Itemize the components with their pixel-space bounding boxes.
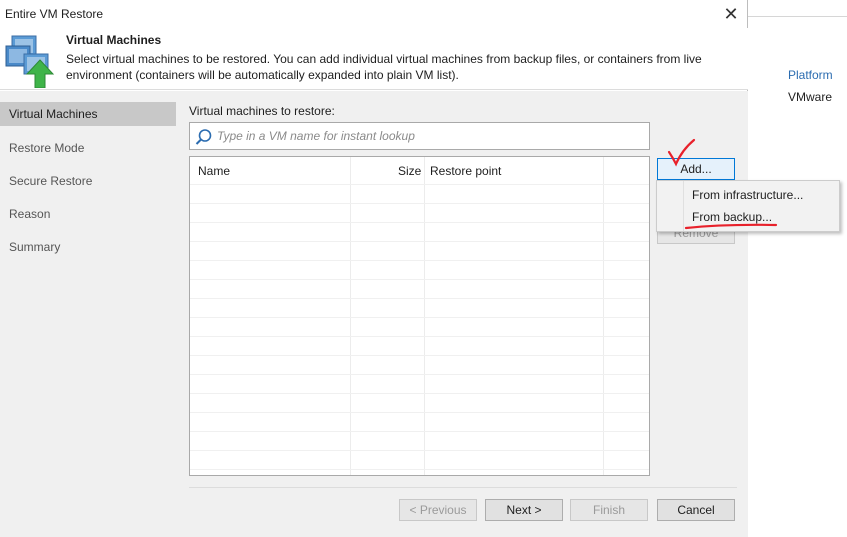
table-row-line: [190, 355, 649, 356]
step-restore-mode[interactable]: Restore Mode: [0, 135, 176, 168]
finish-button[interactable]: Finish: [570, 499, 648, 521]
underline-annotation: [684, 223, 778, 230]
vm-table[interactable]: Name Size Restore point: [189, 156, 650, 476]
header-title: Virtual Machines: [66, 33, 162, 47]
table-row-line: [190, 374, 649, 375]
vm-restore-icon: [5, 35, 55, 88]
table-row-line: [190, 412, 649, 413]
header-description: Select virtual machines to be restored. …: [66, 52, 702, 82]
menu-item-from-infrastructure[interactable]: From infrastructure...: [692, 188, 803, 202]
background-window: Platform VMware: [748, 0, 847, 537]
table-row-line: [190, 184, 649, 185]
table-row-line: [190, 336, 649, 337]
table-row-line: [190, 260, 649, 261]
title-bar: Entire VM Restore ✕: [0, 0, 748, 28]
column-header-restore-point[interactable]: Restore point: [430, 164, 501, 178]
step-summary[interactable]: Summary: [0, 234, 176, 267]
table-row-line: [190, 298, 649, 299]
cancel-button[interactable]: Cancel: [657, 499, 735, 521]
next-button[interactable]: Next >: [485, 499, 563, 521]
table-row-line: [190, 393, 649, 394]
close-icon[interactable]: ✕: [720, 4, 742, 24]
table-row-line: [190, 203, 649, 204]
previous-button[interactable]: < Previous: [399, 499, 477, 521]
step-secure-restore[interactable]: Secure Restore: [0, 168, 176, 201]
background-platform-link[interactable]: Platform: [788, 68, 833, 82]
window-title: Entire VM Restore: [5, 7, 104, 21]
step-reason[interactable]: Reason: [0, 201, 176, 234]
table-header: Name Size Restore point: [190, 157, 649, 184]
checkmark-annotation-icon: [667, 138, 696, 167]
search-icon: [195, 129, 212, 145]
table-row-line: [190, 431, 649, 432]
column-header-size[interactable]: Size: [398, 164, 421, 178]
table-row-line: [190, 222, 649, 223]
step-virtual-machines[interactable]: Virtual Machines: [0, 102, 176, 126]
search-box: [189, 122, 650, 150]
wizard-steps-nav: Virtual Machines Restore Mode Secure Res…: [0, 102, 176, 267]
column-header-name[interactable]: Name: [198, 164, 230, 178]
entire-vm-restore-dialog: Entire VM Restore ✕ Virtual Machines Sel…: [0, 0, 840, 537]
footer-divider: [189, 487, 737, 488]
background-window-border: [748, 16, 847, 17]
table-row-line: [190, 279, 649, 280]
table-row-line: [190, 317, 649, 318]
table-row-line: [190, 450, 649, 451]
table-row-line: [190, 469, 649, 470]
wizard-body: Virtual Machines Restore Mode Secure Res…: [0, 91, 748, 537]
background-vmware-label: VMware: [788, 90, 833, 104]
vm-list-label: Virtual machines to restore:: [189, 104, 335, 118]
vm-search-input[interactable]: [217, 127, 637, 145]
wizard-header: Virtual Machines Select virtual machines…: [0, 28, 748, 90]
table-row-line: [190, 241, 649, 242]
